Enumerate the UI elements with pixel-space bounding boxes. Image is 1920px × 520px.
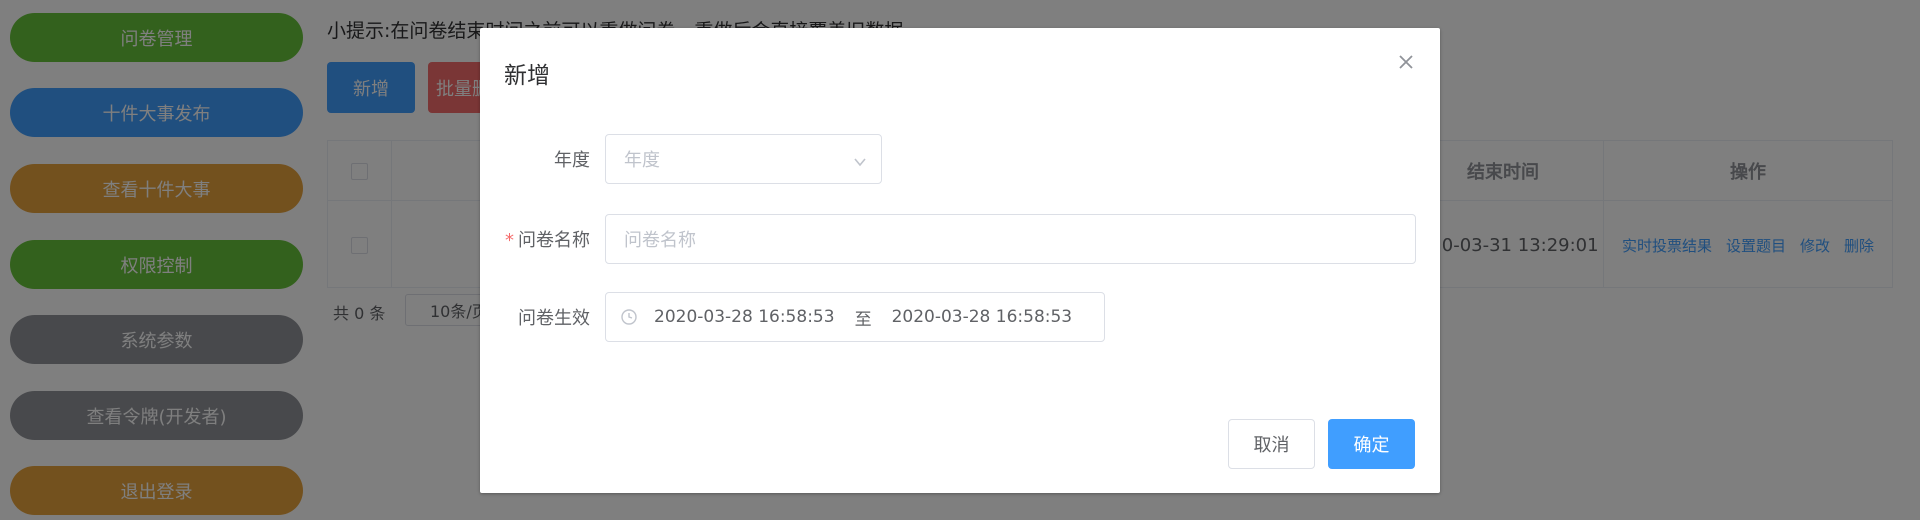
year-label: 年度	[554, 150, 590, 171]
effective-label: 问卷生效	[518, 308, 590, 329]
required-mark: *	[505, 230, 514, 251]
range-end[interactable]: 2020-03-28 16:58:53	[892, 307, 1073, 327]
range-separator: 至	[854, 309, 872, 330]
confirm-button[interactable]: 确定	[1328, 419, 1415, 469]
year-select[interactable]: 年度	[605, 134, 882, 184]
date-range-picker[interactable]: 2020-03-28 16:58:53 至 2020-03-28 16:58:5…	[605, 292, 1105, 342]
survey-name-input[interactable]: 问卷名称	[605, 214, 1416, 264]
close-icon[interactable]	[1396, 52, 1416, 72]
chevron-down-icon	[853, 153, 867, 174]
name-placeholder: 问卷名称	[624, 230, 696, 251]
range-start[interactable]: 2020-03-28 16:58:53	[654, 307, 835, 327]
add-dialog: 新增 年度 年度 * 问卷名称 问卷名称 问卷生效 2020-03-28 16:5…	[480, 28, 1440, 493]
year-placeholder: 年度	[624, 150, 660, 171]
dialog-title: 新增	[504, 63, 550, 89]
name-label: * 问卷名称	[480, 226, 590, 252]
name-label-text: 问卷名称	[518, 230, 590, 251]
clock-icon	[620, 308, 638, 326]
cancel-button[interactable]: 取消	[1228, 419, 1315, 469]
